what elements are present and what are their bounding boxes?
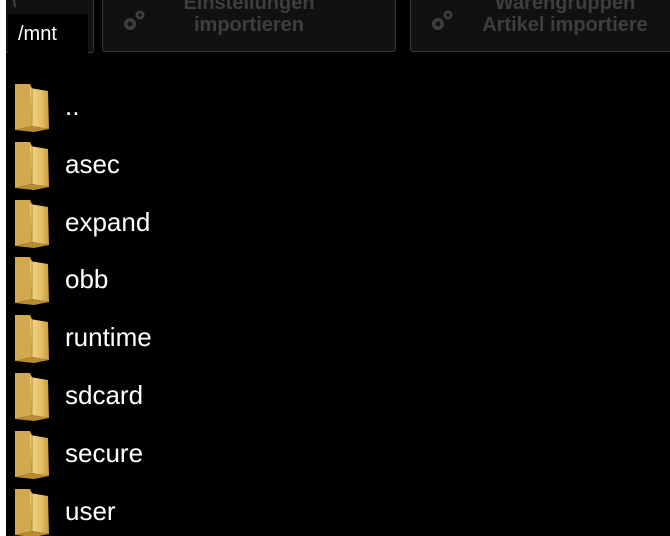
- list-item-user[interactable]: user: [6, 483, 670, 536]
- list-item-expand[interactable]: expand: [6, 194, 670, 252]
- import-settings-button[interactable]: Einstellungen importieren: [102, 0, 396, 52]
- file-name: runtime: [65, 322, 152, 353]
- list-item-asec[interactable]: asec: [6, 136, 670, 194]
- file-name: user: [65, 495, 116, 526]
- file-chooser-dialog: \ Einstellungen importieren Warengruppen…: [6, 0, 670, 536]
- import-settings-label: Einstellungen importieren: [183, 0, 315, 36]
- file-name: expand: [65, 206, 151, 237]
- folder-icon: [12, 198, 52, 248]
- background-toolbar: \ Einstellungen importieren Warengruppen…: [6, 0, 670, 56]
- file-list: .. asec expand obb runtime sdcard secure: [6, 78, 670, 536]
- import-product-groups-label: Warengruppen Artikel importiere: [482, 0, 648, 36]
- list-item-sdcard[interactable]: sdcard: [6, 367, 670, 425]
- folder-icon: [12, 140, 52, 190]
- list-item-runtime[interactable]: runtime: [6, 309, 670, 367]
- import-product-groups-button[interactable]: Warengruppen Artikel importiere: [410, 0, 670, 52]
- folder-icon: [12, 313, 52, 363]
- list-item-parent[interactable]: ..: [6, 78, 670, 136]
- list-item-secure[interactable]: secure: [6, 425, 670, 483]
- file-name: sdcard: [65, 379, 144, 410]
- stub-label: \: [11, 0, 17, 12]
- folder-icon: [12, 371, 52, 421]
- file-name: obb: [65, 264, 109, 295]
- folder-icon: [12, 255, 52, 305]
- file-name: asec: [65, 148, 120, 179]
- current-path: /mnt: [8, 14, 88, 54]
- folder-icon: [12, 429, 52, 479]
- folder-icon: [12, 82, 52, 132]
- file-name: ..: [65, 91, 80, 121]
- file-name: secure: [65, 437, 144, 468]
- folder-icon: [12, 487, 52, 536]
- list-item-obb[interactable]: obb: [6, 251, 670, 309]
